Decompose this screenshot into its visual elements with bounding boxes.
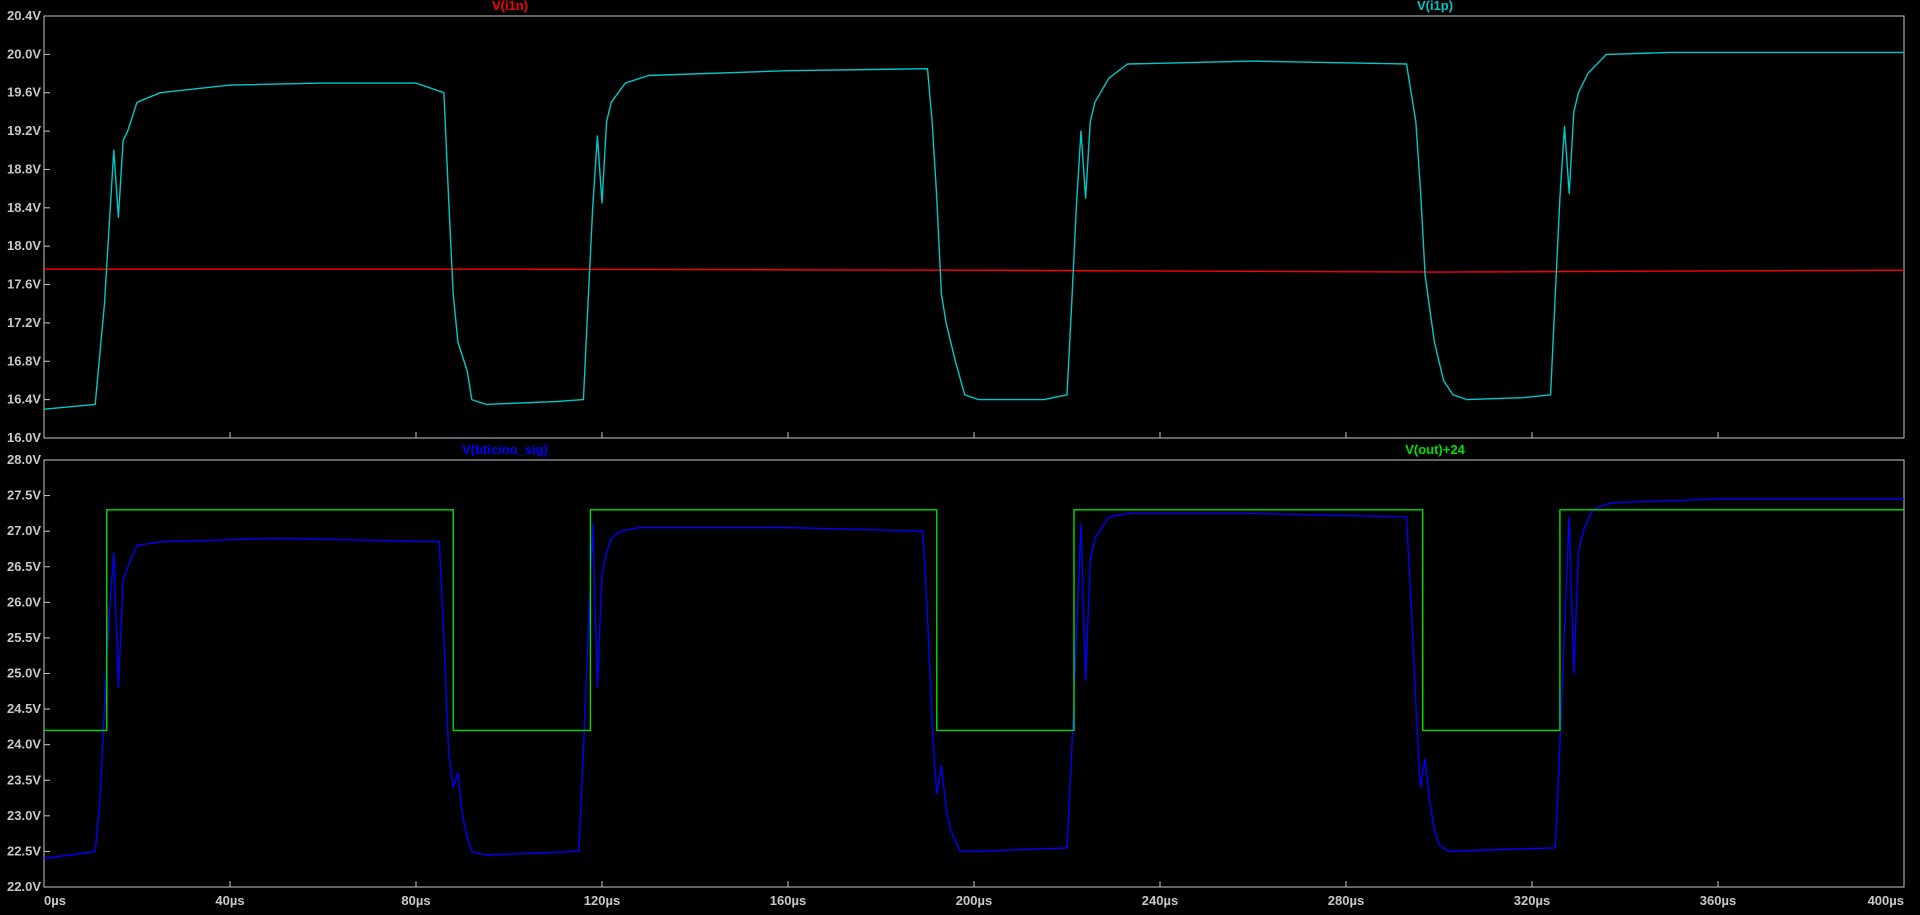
y-tick-label: 26.5V [7,559,41,574]
y-tick-label: 28.0V [7,452,41,467]
y-tick-label: 24.0V [7,737,41,752]
y-tick-label: 17.6V [7,277,41,292]
y-tick-label: 25.5V [7,630,41,645]
y-tick-label: 23.0V [7,808,41,823]
legend-label[interactable]: V(i1p) [1417,0,1453,13]
y-tick-label: 16.4V [7,392,41,407]
y-tick-label: 16.8V [7,353,41,368]
legend-label[interactable]: V(i1n) [492,0,528,13]
y-tick-label: 27.0V [7,523,41,538]
y-tick-label: 17.2V [7,315,41,330]
y-tick-label: 18.0V [7,238,41,253]
x-tick-label: 80µs [401,893,430,908]
x-tick-label: 0µs [44,893,66,908]
x-tick-label: 240µs [1142,893,1178,908]
x-tick-label: 160µs [770,893,806,908]
x-tick-label: 400µs [1868,893,1904,908]
y-tick-label: 19.6V [7,85,41,100]
waveform-viewer: 16.0V 16.4V 16.8V 17.2V 17.6V 18.0V 18.4V 18.8V… [0,0,1920,915]
y-tick-label: 24.5V [7,701,41,716]
y-tick-label: 16.0V [7,430,41,445]
x-tick-label: 40µs [215,893,244,908]
top-plot-pane[interactable] [43,15,1905,439]
x-tick-label: 320µs [1514,893,1550,908]
y-tick-label: 18.8V [7,161,41,176]
y-tick-label: 20.4V [7,8,41,23]
x-tick-label: 280µs [1328,893,1364,908]
x-tick-label: 360µs [1700,893,1736,908]
y-tick-label: 25.0V [7,666,41,681]
y-tick-label: 26.0V [7,594,41,609]
y-tick-label: 27.5V [7,488,41,503]
y-tick-label: 22.0V [7,879,41,894]
bottom-plot-pane[interactable] [43,459,1905,888]
legend-label[interactable]: V(out)+24 [1405,442,1465,457]
x-tick-label: 200µs [956,893,992,908]
legend-label[interactable]: V(bticino_sig) [462,442,548,457]
x-tick-label: 120µs [584,893,620,908]
y-tick-label: 18.4V [7,200,41,215]
y-tick-label: 19.2V [7,123,41,138]
y-tick-label: 22.5V [7,843,41,858]
y-tick-label: 20.0V [7,46,41,61]
waveform-plot-svg: 16.0V 16.4V 16.8V 17.2V 17.6V 18.0V 18.4V 18.8V… [7,0,1905,908]
y-tick-label: 23.5V [7,772,41,787]
